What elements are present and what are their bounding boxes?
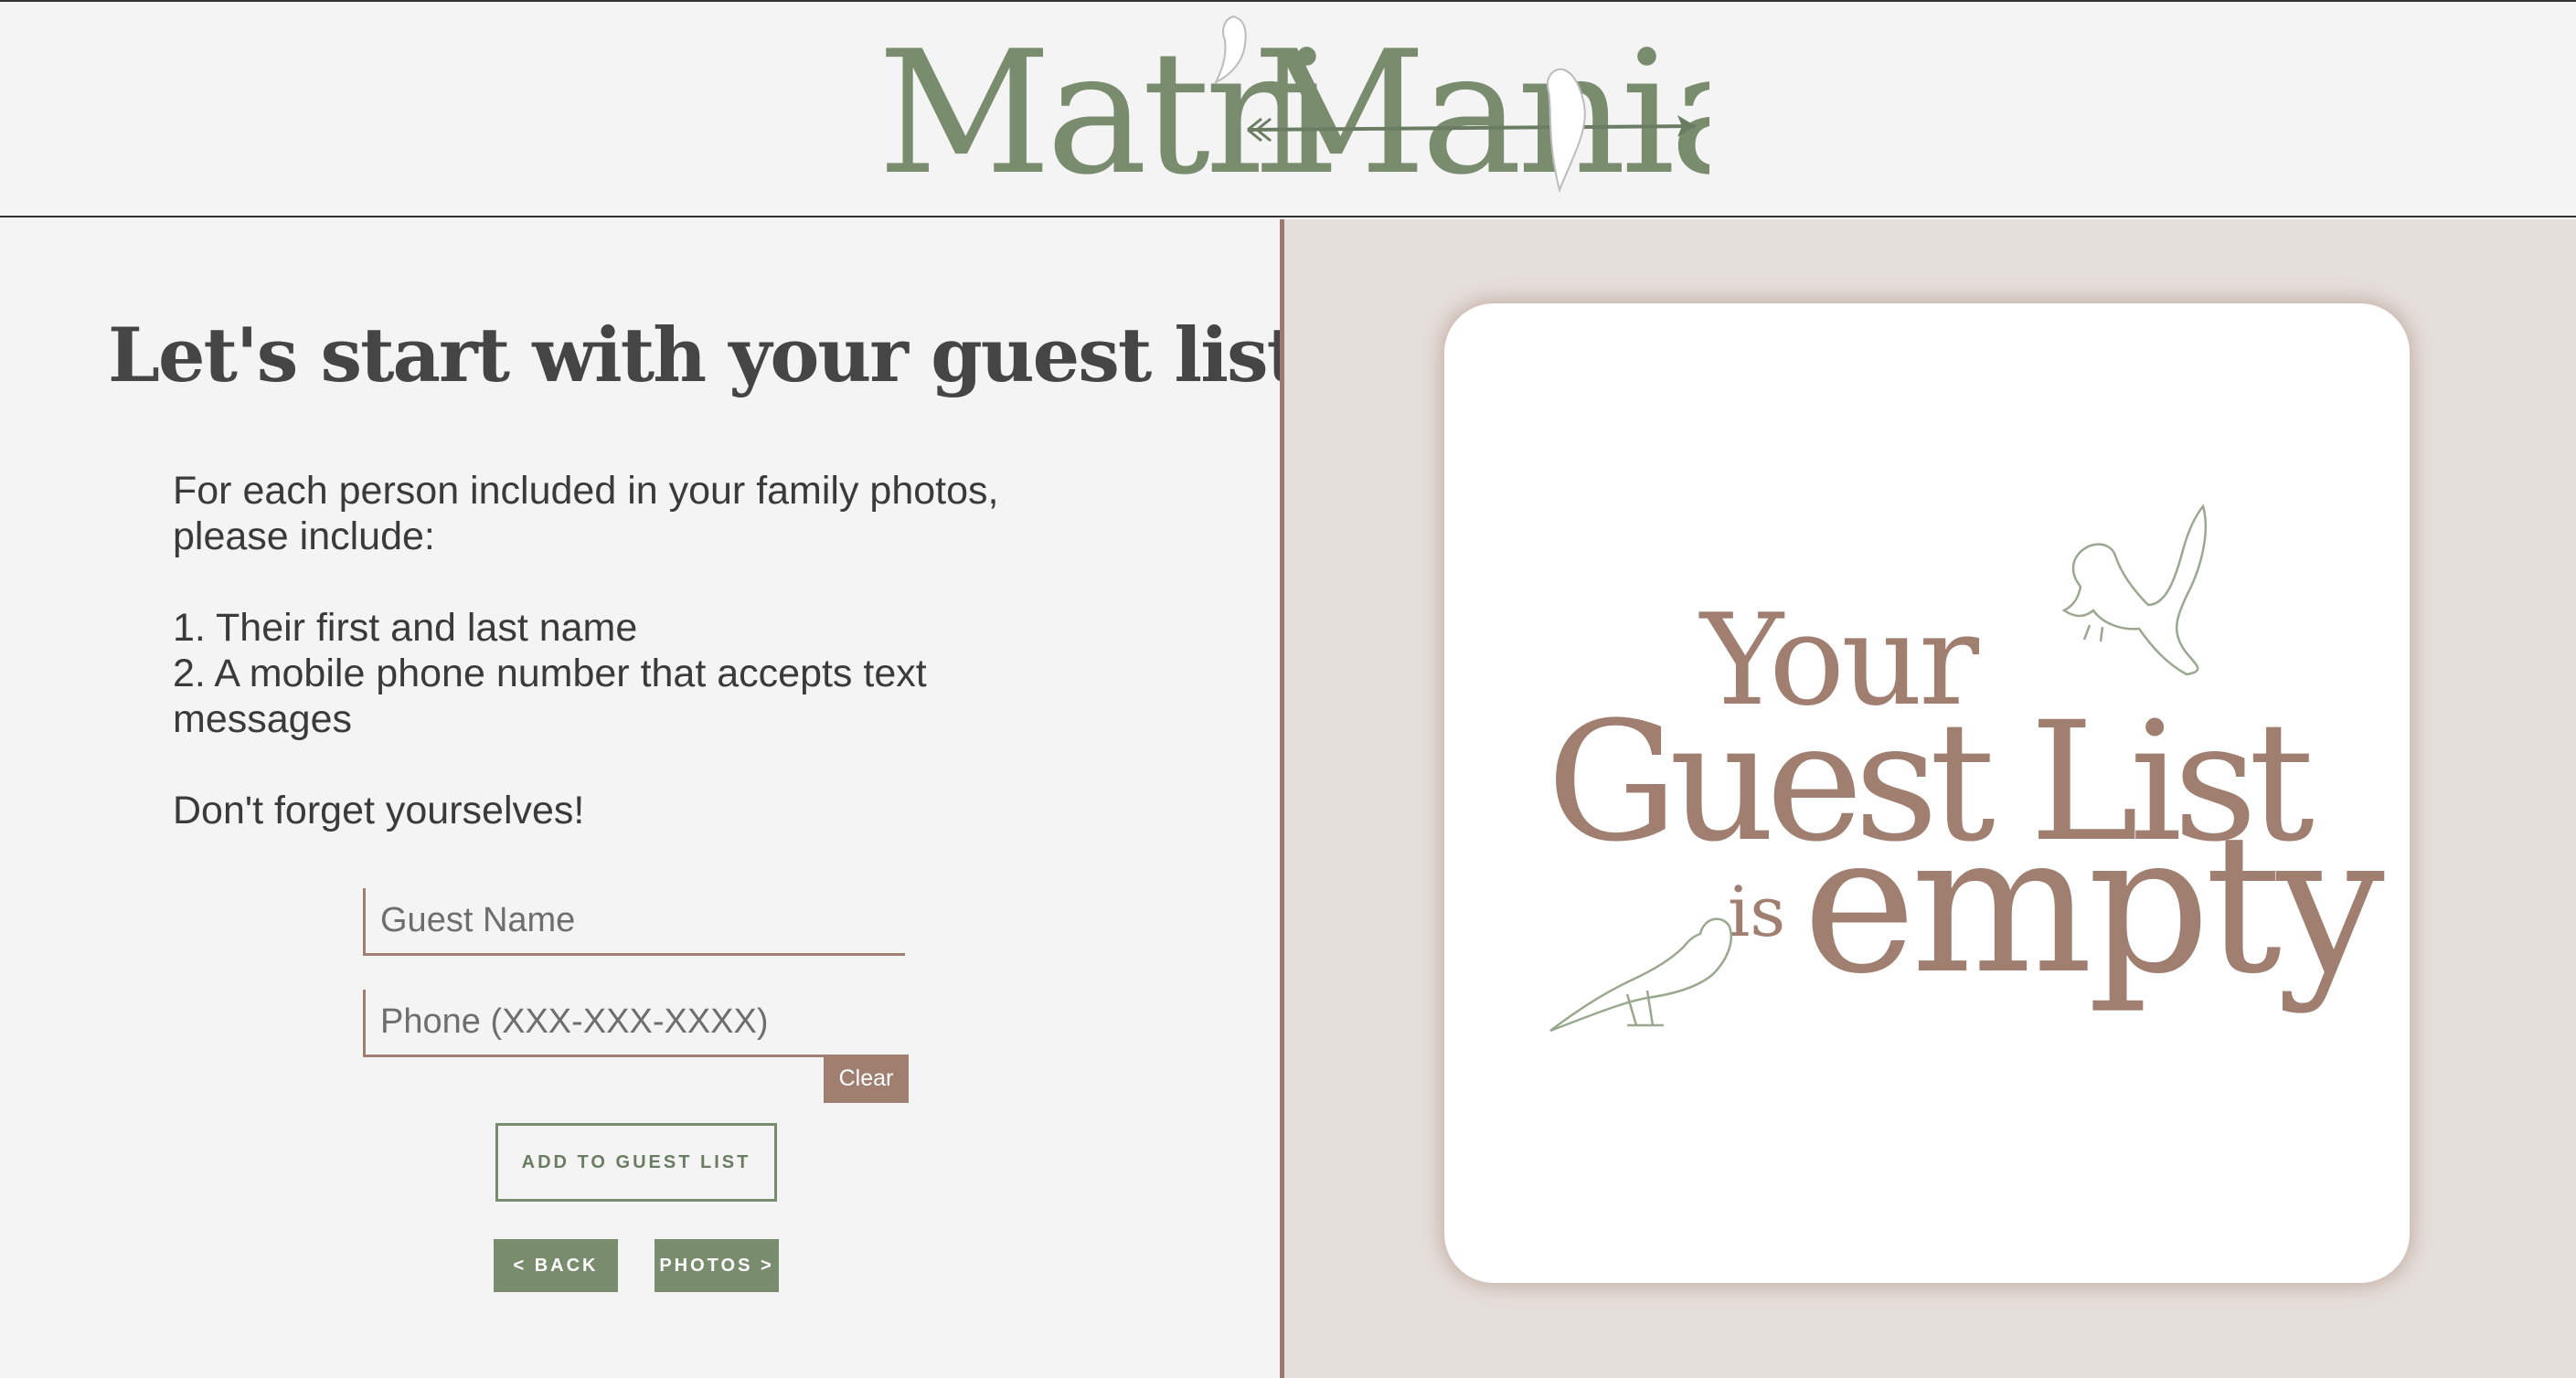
page-title: Let's start with your guest list <box>108 313 1301 399</box>
empty-guest-list-graphic: Your Guest List is empty <box>1547 504 2390 1033</box>
instructions-intro: For each person included in your family … <box>173 469 999 558</box>
header-bar: Matri Mania <box>0 0 2576 217</box>
back-button[interactable]: < BACK <box>494 1239 618 1292</box>
matrimania-logo[interactable]: Matri Mania <box>868 2 1709 217</box>
phone-input[interactable] <box>366 990 905 1055</box>
instructions-item-1: 1. Their first and last name <box>173 606 638 650</box>
guest-list-preview-panel: Your Guest List is empty <box>1284 219 2576 1378</box>
empty-guest-list-card: Your Guest List is empty <box>1444 303 2410 1283</box>
perched-bird-icon <box>1549 917 1732 1033</box>
logo-text-mania: Mania <box>1252 14 1709 212</box>
card-text-empty: empty <box>1803 792 2385 1016</box>
guest-name-field <box>363 888 905 956</box>
add-to-guest-list-button[interactable]: ADD TO GUEST LIST <box>495 1123 777 1202</box>
card-text-is: is <box>1728 871 1785 952</box>
guest-list-panel: Let's start with your guest list For eac… <box>0 219 1301 1378</box>
phone-field <box>363 990 905 1057</box>
instructions-reminder: Don't forget yourselves! <box>173 789 585 832</box>
guest-name-input[interactable] <box>366 888 905 953</box>
flying-bird-icon <box>2061 504 2208 676</box>
photos-button[interactable]: PHOTOS > <box>655 1239 779 1292</box>
clear-button[interactable]: Clear <box>824 1055 909 1103</box>
instructions: For each person included in your family … <box>173 468 1050 833</box>
instructions-item-2: 2. A mobile phone number that accepts te… <box>173 652 927 741</box>
